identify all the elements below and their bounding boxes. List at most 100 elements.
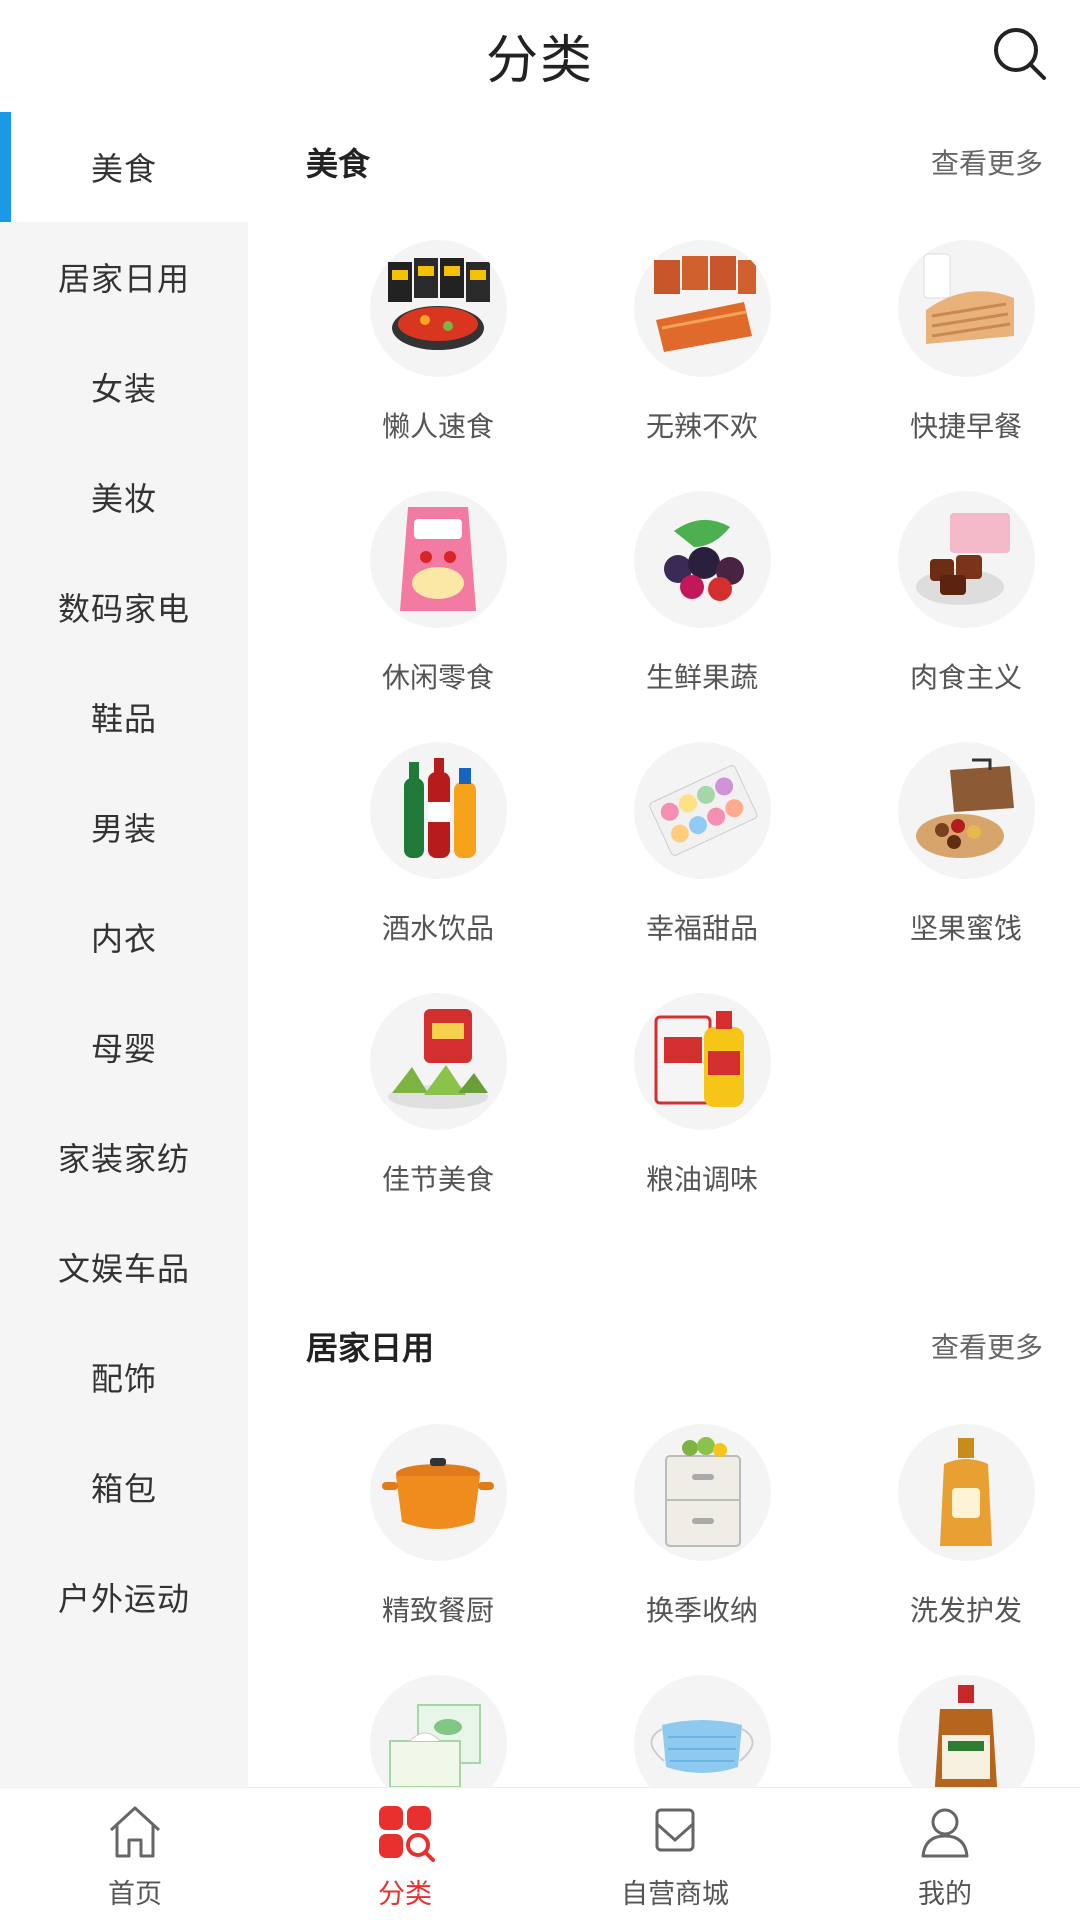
search-icon[interactable]: [990, 24, 1050, 84]
sidebar-item-womens-wear[interactable]: 女装: [0, 332, 248, 442]
section-header: 居家日用 查看更多: [306, 1288, 1043, 1404]
drink-bottles-image: [369, 742, 507, 879]
subcategory-item[interactable]: 休闲零食: [306, 471, 570, 722]
subcategory-grid: 懒人速食 无辣不欢 快捷早餐 休闲零食 生鲜果蔬 肉食主义 酒水饮品 幸福甜品 …: [306, 220, 1043, 1224]
subcategory-item[interactable]: [834, 1655, 1080, 1787]
subcategory-item[interactable]: 坚果蜜饯: [834, 722, 1080, 973]
bottom-tab-bar: 首页 分类 自营商城 我的: [0, 1787, 1080, 1920]
sidebar-item-label: 美食: [90, 150, 157, 188]
sidebar-item-accessories[interactable]: 配饰: [0, 1322, 248, 1432]
subcategory-item[interactable]: 肉食主义: [834, 471, 1080, 722]
subcategory-item[interactable]: 懒人速食: [306, 220, 570, 471]
subcategory-item[interactable]: [306, 1655, 570, 1787]
subcategory-label: 坚果蜜饯: [909, 912, 1022, 945]
tab-home[interactable]: 首页: [0, 1788, 270, 1920]
disinfectant-bottle-image: [897, 1675, 1035, 1787]
sidebar-item-digital[interactable]: 数码家电: [0, 552, 248, 662]
profile-icon: [913, 1800, 977, 1864]
sidebar-item-label: 男装: [90, 810, 157, 848]
subcategory-item[interactable]: 洗发护发: [834, 1404, 1080, 1655]
tab-label: 分类: [378, 1879, 432, 1910]
zongzi-image: [369, 993, 507, 1130]
sidebar-item-label: 母婴: [90, 1030, 157, 1068]
subcategory-label: 幸福甜品: [645, 912, 758, 945]
face-mask-image: [633, 1675, 771, 1787]
section-household: 居家日用 查看更多 精致餐厨 换季收纳 洗发护发: [248, 1288, 1080, 1787]
sidebar-item-entertainment-car[interactable]: 文娱车品: [0, 1212, 248, 1322]
section-food: 美食 查看更多 懒人速食 无辣不欢 快捷早餐 休闲零食 生鲜果蔬 肉食主义 酒水…: [248, 104, 1080, 1224]
subcategory-item[interactable]: 快捷早餐: [834, 220, 1080, 471]
subcategory-label: 换季收纳: [645, 1594, 758, 1627]
sidebar-item-label: 女装: [90, 370, 157, 408]
cooking-pot-image: [369, 1424, 507, 1561]
sidebar-item-label: 数码家电: [57, 590, 190, 628]
tissue-box-image: [369, 1675, 507, 1787]
tab-store[interactable]: 自营商城: [540, 1788, 810, 1920]
subcategory-label: 粮油调味: [645, 1163, 758, 1196]
bread-milk-image: [897, 240, 1035, 377]
subcategory-label: 洗发护发: [909, 1594, 1022, 1627]
store-icon: [643, 1800, 707, 1864]
subcategory-item[interactable]: 粮油调味: [570, 973, 834, 1224]
section-header: 美食 查看更多: [306, 104, 1043, 220]
sidebar-item-label: 居家日用: [57, 260, 190, 298]
subcategory-label: 生鲜果蔬: [645, 661, 758, 694]
subcategory-item[interactable]: 酒水饮品: [306, 722, 570, 973]
subcategory-item[interactable]: 生鲜果蔬: [570, 471, 834, 722]
sidebar-item-outdoor[interactable]: 户外运动: [0, 1542, 248, 1652]
subcategory-item[interactable]: 换季收纳: [570, 1404, 834, 1655]
sidebar-item-bags[interactable]: 箱包: [0, 1432, 248, 1542]
home-icon: [103, 1800, 167, 1864]
tab-profile[interactable]: 我的: [810, 1788, 1080, 1920]
category-content: 美食 查看更多 懒人速食 无辣不欢 快捷早餐 休闲零食 生鲜果蔬 肉食主义 酒水…: [248, 104, 1080, 1787]
tab-label: 我的: [918, 1879, 972, 1910]
page-title: 分类: [485, 31, 594, 91]
sidebar-item-mens-wear[interactable]: 男装: [0, 772, 248, 882]
macarons-image: [633, 742, 771, 879]
nuts-box-image: [897, 742, 1035, 879]
category-sidebar: 美食 居家日用 女装 美妆 数码家电 鞋品 男装 内衣 母婴 家装家纺 文娱车品…: [0, 112, 248, 1787]
section-title: 美食: [306, 145, 371, 183]
sidebar-item-label: 家装家纺: [57, 1140, 190, 1178]
subcategory-item[interactable]: 幸福甜品: [570, 722, 834, 973]
tab-category[interactable]: 分类: [270, 1788, 540, 1920]
sidebar-item-label: 鞋品: [90, 700, 157, 738]
sidebar-item-underwear[interactable]: 内衣: [0, 882, 248, 992]
subcategory-label: 懒人速食: [381, 410, 494, 443]
berries-image: [633, 491, 771, 628]
sidebar-item-shoes[interactable]: 鞋品: [0, 662, 248, 772]
storage-drawers-image: [633, 1424, 771, 1561]
sidebar-item-food[interactable]: 美食: [0, 112, 248, 222]
sidebar-item-beauty[interactable]: 美妆: [0, 442, 248, 552]
instant-noodles-image: [369, 240, 507, 377]
subcategory-label: 休闲零食: [381, 661, 494, 694]
shampoo-bottle-image: [897, 1424, 1035, 1561]
sidebar-item-baby[interactable]: 母婴: [0, 992, 248, 1102]
subcategory-item[interactable]: [570, 1655, 834, 1787]
subcategory-item[interactable]: 佳节美食: [306, 973, 570, 1224]
view-more-link[interactable]: 查看更多: [931, 1326, 1043, 1366]
sidebar-item-label: 美妆: [90, 480, 157, 518]
sidebar-item-home-textile[interactable]: 家装家纺: [0, 1102, 248, 1212]
sidebar-item-label: 内衣: [90, 920, 157, 958]
subcategory-label: 精致餐厨: [381, 1594, 494, 1627]
rice-oil-image: [633, 993, 771, 1130]
sidebar-item-label: 配饰: [90, 1360, 157, 1398]
subcategory-label: 佳节美食: [381, 1163, 494, 1196]
snack-bag-image: [369, 491, 507, 628]
subcategory-label: 酒水饮品: [381, 912, 494, 945]
sidebar-item-label: 户外运动: [57, 1580, 190, 1618]
subcategory-label: 快捷早餐: [909, 410, 1022, 443]
subcategory-label: 肉食主义: [909, 661, 1022, 694]
category-icon: [373, 1800, 437, 1864]
subcategory-item[interactable]: 精致餐厨: [306, 1404, 570, 1655]
tab-label: 首页: [108, 1879, 162, 1910]
sidebar-item-household[interactable]: 居家日用: [0, 222, 248, 332]
tab-label: 自营商城: [621, 1879, 729, 1910]
subcategory-item[interactable]: 无辣不欢: [570, 220, 834, 471]
sidebar-item-label: 文娱车品: [57, 1250, 190, 1288]
view-more-link[interactable]: 查看更多: [931, 142, 1043, 182]
top-header: 分类: [0, 0, 1080, 104]
spicy-strips-image: [633, 240, 771, 377]
sidebar-item-label: 箱包: [90, 1470, 157, 1508]
